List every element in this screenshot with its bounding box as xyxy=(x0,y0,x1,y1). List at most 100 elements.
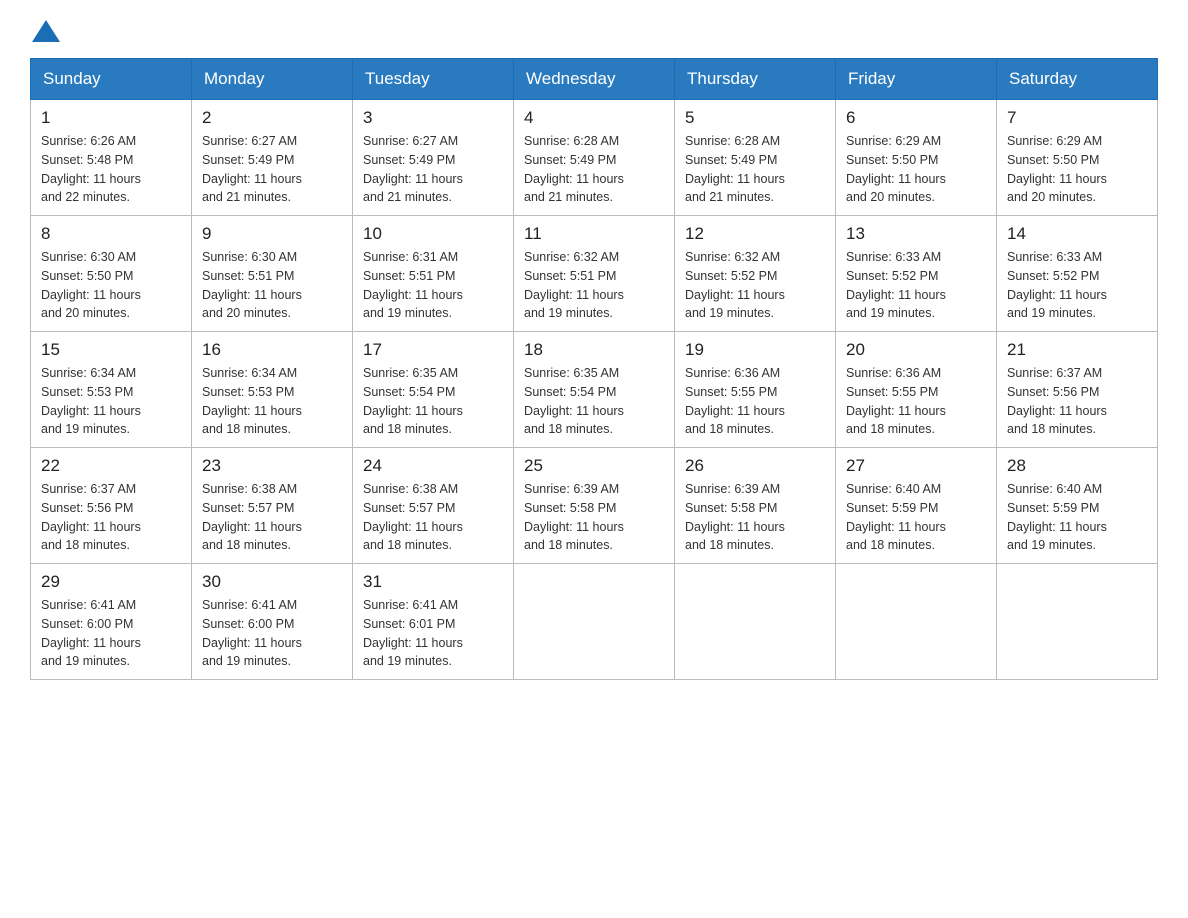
day-cell: 22 Sunrise: 6:37 AMSunset: 5:56 PMDaylig… xyxy=(31,448,192,564)
day-info: Sunrise: 6:36 AMSunset: 5:55 PMDaylight:… xyxy=(685,364,825,439)
day-cell: 8 Sunrise: 6:30 AMSunset: 5:50 PMDayligh… xyxy=(31,216,192,332)
day-number: 19 xyxy=(685,340,825,360)
day-number: 15 xyxy=(41,340,181,360)
day-number: 8 xyxy=(41,224,181,244)
day-number: 27 xyxy=(846,456,986,476)
day-cell: 13 Sunrise: 6:33 AMSunset: 5:52 PMDaylig… xyxy=(836,216,997,332)
day-cell: 11 Sunrise: 6:32 AMSunset: 5:51 PMDaylig… xyxy=(514,216,675,332)
header-row: SundayMondayTuesdayWednesdayThursdayFrid… xyxy=(31,59,1158,100)
day-info: Sunrise: 6:41 AMSunset: 6:01 PMDaylight:… xyxy=(363,596,503,671)
day-info: Sunrise: 6:37 AMSunset: 5:56 PMDaylight:… xyxy=(41,480,181,555)
day-number: 31 xyxy=(363,572,503,592)
day-cell: 3 Sunrise: 6:27 AMSunset: 5:49 PMDayligh… xyxy=(353,100,514,216)
day-number: 12 xyxy=(685,224,825,244)
day-info: Sunrise: 6:34 AMSunset: 5:53 PMDaylight:… xyxy=(202,364,342,439)
day-cell: 20 Sunrise: 6:36 AMSunset: 5:55 PMDaylig… xyxy=(836,332,997,448)
day-info: Sunrise: 6:41 AMSunset: 6:00 PMDaylight:… xyxy=(202,596,342,671)
day-info: Sunrise: 6:27 AMSunset: 5:49 PMDaylight:… xyxy=(363,132,503,207)
day-info: Sunrise: 6:35 AMSunset: 5:54 PMDaylight:… xyxy=(363,364,503,439)
day-cell: 10 Sunrise: 6:31 AMSunset: 5:51 PMDaylig… xyxy=(353,216,514,332)
day-number: 24 xyxy=(363,456,503,476)
day-cell: 18 Sunrise: 6:35 AMSunset: 5:54 PMDaylig… xyxy=(514,332,675,448)
day-number: 2 xyxy=(202,108,342,128)
day-number: 20 xyxy=(846,340,986,360)
logo-text xyxy=(30,20,62,42)
day-number: 13 xyxy=(846,224,986,244)
day-info: Sunrise: 6:36 AMSunset: 5:55 PMDaylight:… xyxy=(846,364,986,439)
col-header-sunday: Sunday xyxy=(31,59,192,100)
day-cell xyxy=(836,564,997,680)
day-info: Sunrise: 6:41 AMSunset: 6:00 PMDaylight:… xyxy=(41,596,181,671)
week-row-2: 8 Sunrise: 6:30 AMSunset: 5:50 PMDayligh… xyxy=(31,216,1158,332)
day-cell: 15 Sunrise: 6:34 AMSunset: 5:53 PMDaylig… xyxy=(31,332,192,448)
day-info: Sunrise: 6:29 AMSunset: 5:50 PMDaylight:… xyxy=(846,132,986,207)
day-number: 21 xyxy=(1007,340,1147,360)
day-number: 10 xyxy=(363,224,503,244)
page-header xyxy=(30,20,1158,42)
col-header-thursday: Thursday xyxy=(675,59,836,100)
day-info: Sunrise: 6:40 AMSunset: 5:59 PMDaylight:… xyxy=(1007,480,1147,555)
day-info: Sunrise: 6:32 AMSunset: 5:52 PMDaylight:… xyxy=(685,248,825,323)
col-header-wednesday: Wednesday xyxy=(514,59,675,100)
day-number: 28 xyxy=(1007,456,1147,476)
day-info: Sunrise: 6:38 AMSunset: 5:57 PMDaylight:… xyxy=(202,480,342,555)
day-cell: 7 Sunrise: 6:29 AMSunset: 5:50 PMDayligh… xyxy=(997,100,1158,216)
col-header-tuesday: Tuesday xyxy=(353,59,514,100)
week-row-5: 29 Sunrise: 6:41 AMSunset: 6:00 PMDaylig… xyxy=(31,564,1158,680)
day-cell: 25 Sunrise: 6:39 AMSunset: 5:58 PMDaylig… xyxy=(514,448,675,564)
day-info: Sunrise: 6:35 AMSunset: 5:54 PMDaylight:… xyxy=(524,364,664,439)
day-cell: 23 Sunrise: 6:38 AMSunset: 5:57 PMDaylig… xyxy=(192,448,353,564)
day-cell: 29 Sunrise: 6:41 AMSunset: 6:00 PMDaylig… xyxy=(31,564,192,680)
day-number: 5 xyxy=(685,108,825,128)
calendar-table: SundayMondayTuesdayWednesdayThursdayFrid… xyxy=(30,58,1158,680)
day-number: 30 xyxy=(202,572,342,592)
day-info: Sunrise: 6:39 AMSunset: 5:58 PMDaylight:… xyxy=(685,480,825,555)
day-cell: 21 Sunrise: 6:37 AMSunset: 5:56 PMDaylig… xyxy=(997,332,1158,448)
col-header-monday: Monday xyxy=(192,59,353,100)
col-header-friday: Friday xyxy=(836,59,997,100)
day-info: Sunrise: 6:27 AMSunset: 5:49 PMDaylight:… xyxy=(202,132,342,207)
day-cell: 16 Sunrise: 6:34 AMSunset: 5:53 PMDaylig… xyxy=(192,332,353,448)
day-cell: 9 Sunrise: 6:30 AMSunset: 5:51 PMDayligh… xyxy=(192,216,353,332)
day-cell: 31 Sunrise: 6:41 AMSunset: 6:01 PMDaylig… xyxy=(353,564,514,680)
day-cell: 17 Sunrise: 6:35 AMSunset: 5:54 PMDaylig… xyxy=(353,332,514,448)
day-info: Sunrise: 6:40 AMSunset: 5:59 PMDaylight:… xyxy=(846,480,986,555)
day-number: 11 xyxy=(524,224,664,244)
col-header-saturday: Saturday xyxy=(997,59,1158,100)
day-info: Sunrise: 6:33 AMSunset: 5:52 PMDaylight:… xyxy=(846,248,986,323)
day-cell: 1 Sunrise: 6:26 AMSunset: 5:48 PMDayligh… xyxy=(31,100,192,216)
day-info: Sunrise: 6:32 AMSunset: 5:51 PMDaylight:… xyxy=(524,248,664,323)
day-info: Sunrise: 6:29 AMSunset: 5:50 PMDaylight:… xyxy=(1007,132,1147,207)
day-info: Sunrise: 6:30 AMSunset: 5:51 PMDaylight:… xyxy=(202,248,342,323)
day-info: Sunrise: 6:31 AMSunset: 5:51 PMDaylight:… xyxy=(363,248,503,323)
day-info: Sunrise: 6:28 AMSunset: 5:49 PMDaylight:… xyxy=(524,132,664,207)
day-cell: 14 Sunrise: 6:33 AMSunset: 5:52 PMDaylig… xyxy=(997,216,1158,332)
logo xyxy=(30,20,62,42)
day-cell: 26 Sunrise: 6:39 AMSunset: 5:58 PMDaylig… xyxy=(675,448,836,564)
day-cell: 24 Sunrise: 6:38 AMSunset: 5:57 PMDaylig… xyxy=(353,448,514,564)
week-row-3: 15 Sunrise: 6:34 AMSunset: 5:53 PMDaylig… xyxy=(31,332,1158,448)
day-number: 3 xyxy=(363,108,503,128)
day-number: 9 xyxy=(202,224,342,244)
day-number: 1 xyxy=(41,108,181,128)
day-number: 26 xyxy=(685,456,825,476)
day-number: 16 xyxy=(202,340,342,360)
day-info: Sunrise: 6:39 AMSunset: 5:58 PMDaylight:… xyxy=(524,480,664,555)
day-cell: 5 Sunrise: 6:28 AMSunset: 5:49 PMDayligh… xyxy=(675,100,836,216)
day-cell: 6 Sunrise: 6:29 AMSunset: 5:50 PMDayligh… xyxy=(836,100,997,216)
day-info: Sunrise: 6:34 AMSunset: 5:53 PMDaylight:… xyxy=(41,364,181,439)
day-number: 4 xyxy=(524,108,664,128)
day-cell xyxy=(675,564,836,680)
day-number: 17 xyxy=(363,340,503,360)
day-number: 25 xyxy=(524,456,664,476)
day-number: 29 xyxy=(41,572,181,592)
day-number: 14 xyxy=(1007,224,1147,244)
day-cell xyxy=(514,564,675,680)
day-cell: 28 Sunrise: 6:40 AMSunset: 5:59 PMDaylig… xyxy=(997,448,1158,564)
day-cell: 4 Sunrise: 6:28 AMSunset: 5:49 PMDayligh… xyxy=(514,100,675,216)
day-number: 6 xyxy=(846,108,986,128)
day-number: 23 xyxy=(202,456,342,476)
day-info: Sunrise: 6:33 AMSunset: 5:52 PMDaylight:… xyxy=(1007,248,1147,323)
day-cell: 30 Sunrise: 6:41 AMSunset: 6:00 PMDaylig… xyxy=(192,564,353,680)
day-info: Sunrise: 6:37 AMSunset: 5:56 PMDaylight:… xyxy=(1007,364,1147,439)
